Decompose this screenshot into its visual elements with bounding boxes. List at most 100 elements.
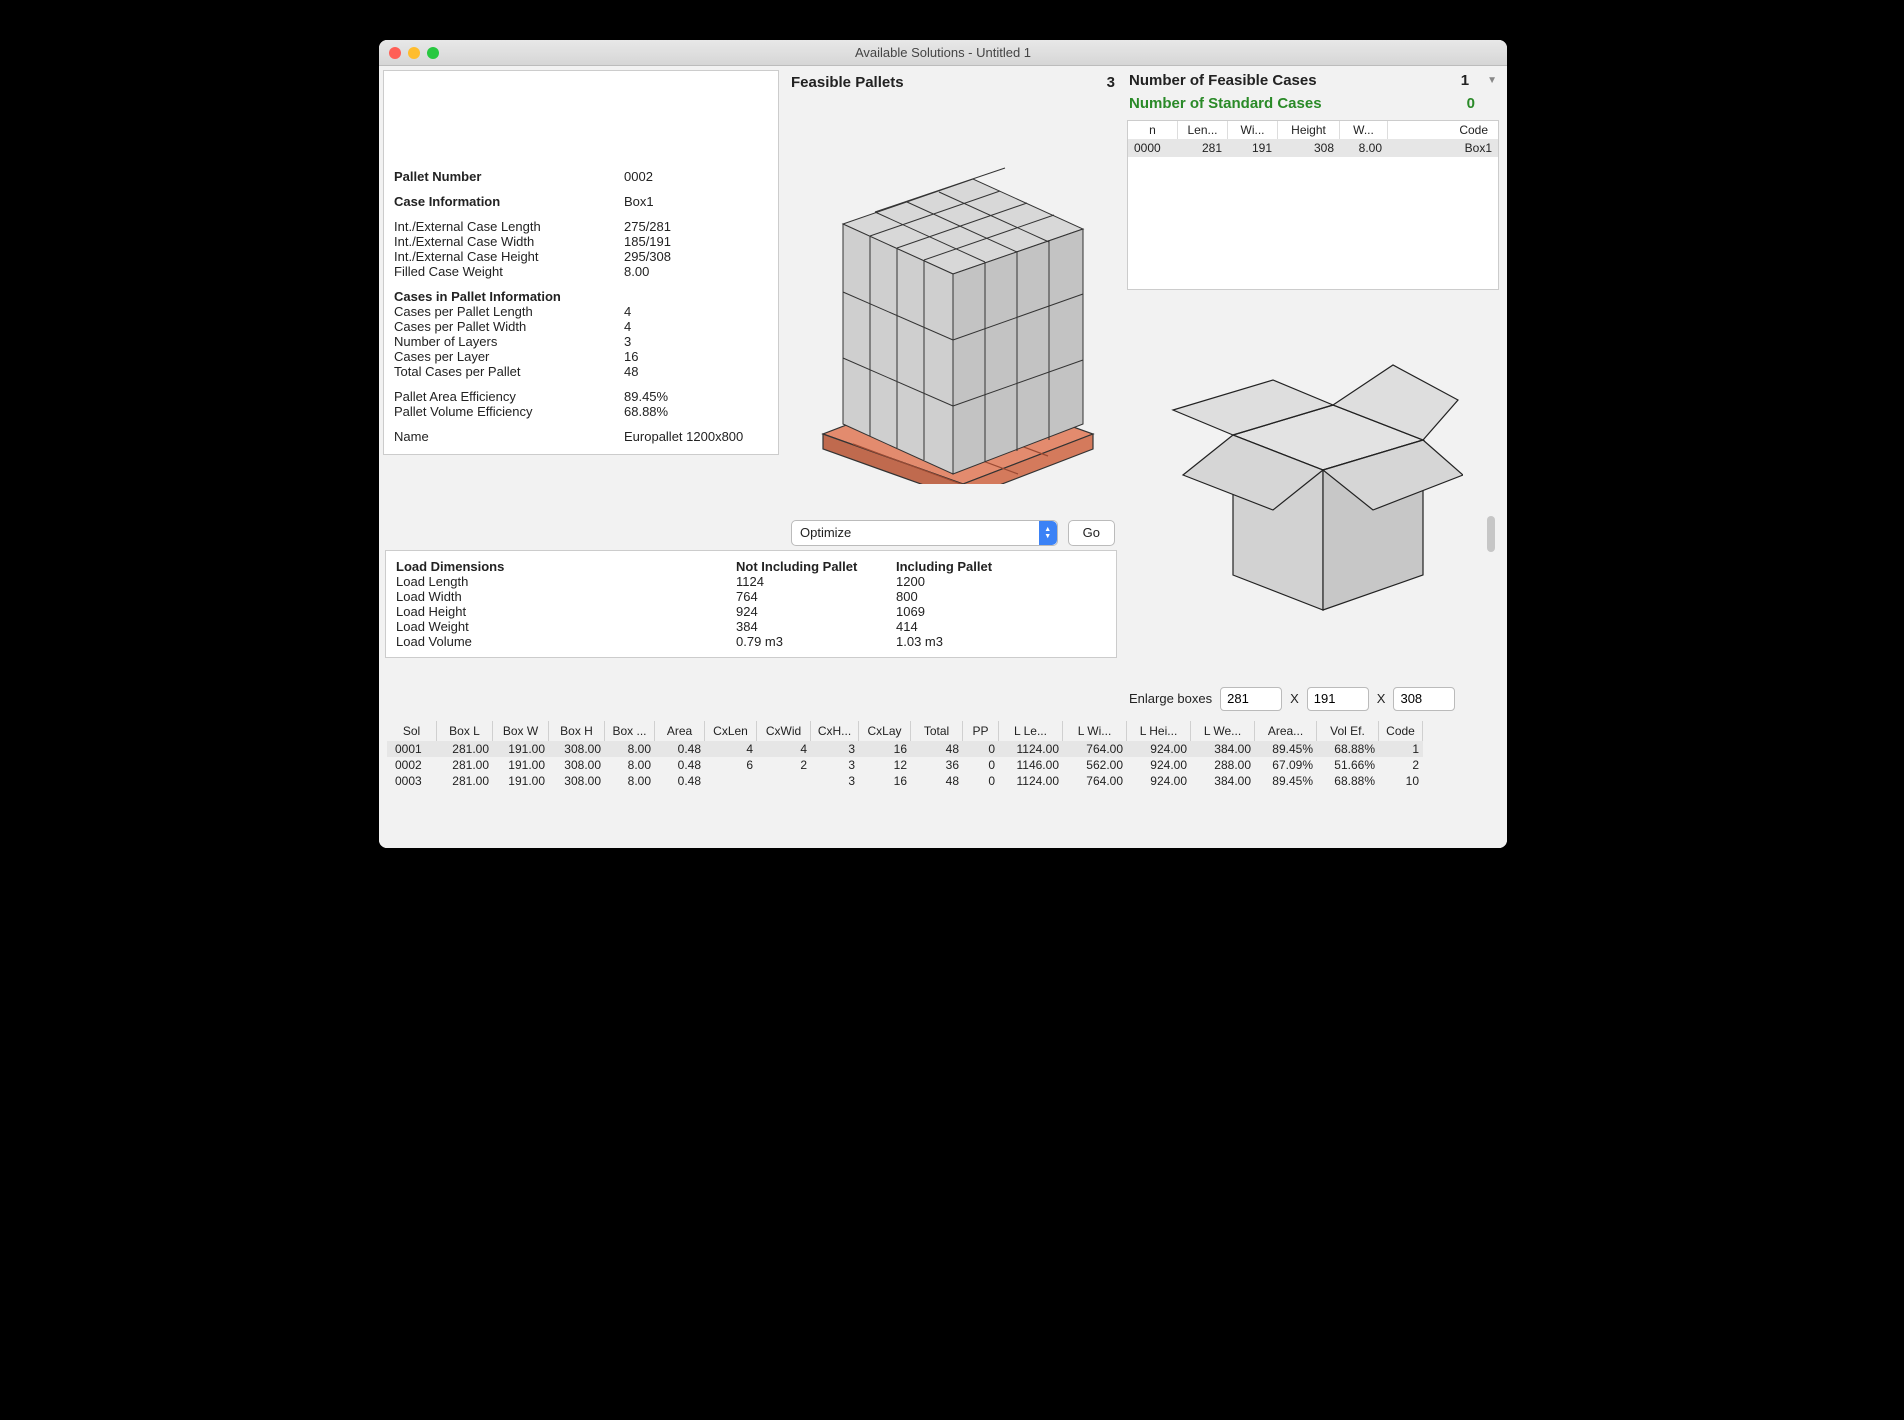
sol-col-header[interactable]: PP [963, 721, 999, 741]
sol-cell[interactable]: 16 [859, 741, 911, 757]
sol-cell[interactable]: 562.00 [1063, 757, 1127, 773]
sol-cell[interactable]: 48 [911, 773, 963, 789]
sol-cell[interactable]: 0.48 [655, 757, 705, 773]
minimize-icon[interactable] [408, 47, 420, 59]
pallet-3d-view[interactable] [789, 97, 1117, 512]
solutions-table[interactable]: SolBox LBox WBox HBox ...AreaCxLenCxWidC… [387, 721, 1499, 789]
sol-col-header[interactable]: Area... [1255, 721, 1317, 741]
sol-cell[interactable]: 4 [705, 741, 757, 757]
sol-cell[interactable]: 281.00 [437, 757, 493, 773]
sol-cell[interactable]: 191.00 [493, 757, 549, 773]
sol-col-header[interactable]: Vol Ef. [1317, 721, 1379, 741]
sol-cell[interactable]: 0.48 [655, 773, 705, 789]
sol-col-header[interactable]: CxWid [757, 721, 811, 741]
sol-cell[interactable]: 1146.00 [999, 757, 1063, 773]
sol-cell[interactable]: 0.48 [655, 741, 705, 757]
sol-cell[interactable]: 67.09% [1255, 757, 1317, 773]
sol-cell[interactable]: 4 [757, 741, 811, 757]
sol-col-header[interactable]: L Hei... [1127, 721, 1191, 741]
go-button[interactable]: Go [1068, 520, 1115, 546]
sol-cell[interactable]: 281.00 [437, 741, 493, 757]
sol-cell[interactable]: 89.45% [1255, 741, 1317, 757]
sol-cell[interactable]: 6 [705, 757, 757, 773]
sol-cell[interactable]: 0003 [387, 773, 437, 789]
scrollbar-thumb[interactable] [1487, 516, 1495, 552]
close-icon[interactable] [389, 47, 401, 59]
col-wi[interactable]: Wi... [1228, 121, 1278, 139]
sol-cell[interactable]: 0002 [387, 757, 437, 773]
optimize-select-label: Optimize [800, 525, 1039, 540]
maximize-icon[interactable] [427, 47, 439, 59]
sol-col-header[interactable]: L Le... [999, 721, 1063, 741]
sol-cell[interactable]: 384.00 [1191, 741, 1255, 757]
sol-col-header[interactable]: CxLen [705, 721, 757, 741]
sol-cell[interactable]: 308.00 [549, 773, 605, 789]
sol-cell[interactable]: 288.00 [1191, 757, 1255, 773]
col-code[interactable]: Code [1388, 121, 1498, 139]
col-w[interactable]: W... [1340, 121, 1388, 139]
sol-col-header[interactable]: Box ... [605, 721, 655, 741]
chevron-down-icon[interactable]: ▼ [1487, 75, 1497, 86]
sol-cell[interactable] [757, 773, 811, 789]
sol-col-header[interactable]: Box L [437, 721, 493, 741]
sol-cell[interactable]: 89.45% [1255, 773, 1317, 789]
sol-cell[interactable]: 2 [757, 757, 811, 773]
col-n[interactable]: n [1128, 121, 1178, 139]
case-table[interactable]: n Len... Wi... Height W... Code 0000 281… [1127, 120, 1499, 290]
sol-cell[interactable]: 0001 [387, 741, 437, 757]
sol-cell[interactable]: 924.00 [1127, 773, 1191, 789]
sol-cell[interactable]: 924.00 [1127, 741, 1191, 757]
sol-cell[interactable]: 308.00 [549, 757, 605, 773]
sol-col-header[interactable]: Box W [493, 721, 549, 741]
sol-cell[interactable]: 0 [963, 773, 999, 789]
case-length-value: 275/281 [624, 219, 671, 234]
box-3d-view[interactable] [1127, 294, 1499, 677]
sol-cell[interactable]: 191.00 [493, 773, 549, 789]
optimize-select[interactable]: Optimize ▲▼ [791, 520, 1058, 546]
sol-cell[interactable]: 48 [911, 741, 963, 757]
sol-cell[interactable]: 1 [1379, 741, 1423, 757]
sol-cell[interactable]: 8.00 [605, 773, 655, 789]
sol-cell[interactable]: 68.88% [1317, 741, 1379, 757]
enlarge-length-input[interactable] [1220, 687, 1282, 711]
sol-cell[interactable]: 0 [963, 757, 999, 773]
sol-cell[interactable]: 308.00 [549, 741, 605, 757]
sol-cell[interactable]: 3 [811, 741, 859, 757]
sol-col-header[interactable]: Box H [549, 721, 605, 741]
sol-cell[interactable]: 16 [859, 773, 911, 789]
sol-cell[interactable]: 68.88% [1317, 773, 1379, 789]
sol-cell[interactable]: 51.66% [1317, 757, 1379, 773]
sol-col-header[interactable]: Code [1379, 721, 1423, 741]
case-row[interactable]: 0000 281 191 308 8.00 Box1 [1128, 139, 1498, 157]
total-cases-label: Total Cases per Pallet [394, 364, 624, 379]
sol-col-header[interactable]: Sol [387, 721, 437, 741]
sol-cell[interactable]: 3 [811, 757, 859, 773]
sol-cell[interactable]: 1124.00 [999, 741, 1063, 757]
sol-col-header[interactable]: CxH... [811, 721, 859, 741]
sol-cell[interactable]: 764.00 [1063, 773, 1127, 789]
sol-cell[interactable]: 924.00 [1127, 757, 1191, 773]
sol-cell[interactable]: 764.00 [1063, 741, 1127, 757]
sol-col-header[interactable]: CxLay [859, 721, 911, 741]
sol-cell[interactable]: 36 [911, 757, 963, 773]
sol-cell[interactable]: 8.00 [605, 741, 655, 757]
sol-cell[interactable]: 3 [811, 773, 859, 789]
sol-cell[interactable]: 384.00 [1191, 773, 1255, 789]
sol-cell[interactable]: 0 [963, 741, 999, 757]
col-len[interactable]: Len... [1178, 121, 1228, 139]
sol-col-header[interactable]: Total [911, 721, 963, 741]
sol-cell[interactable]: 12 [859, 757, 911, 773]
sol-cell[interactable]: 191.00 [493, 741, 549, 757]
sol-cell[interactable]: 281.00 [437, 773, 493, 789]
sol-cell[interactable] [705, 773, 757, 789]
sol-col-header[interactable]: Area [655, 721, 705, 741]
sol-cell[interactable]: 2 [1379, 757, 1423, 773]
col-height[interactable]: Height [1278, 121, 1340, 139]
enlarge-height-input[interactable] [1393, 687, 1455, 711]
sol-cell[interactable]: 10 [1379, 773, 1423, 789]
sol-col-header[interactable]: L We... [1191, 721, 1255, 741]
sol-col-header[interactable]: L Wi... [1063, 721, 1127, 741]
sol-cell[interactable]: 8.00 [605, 757, 655, 773]
sol-cell[interactable]: 1124.00 [999, 773, 1063, 789]
enlarge-width-input[interactable] [1307, 687, 1369, 711]
